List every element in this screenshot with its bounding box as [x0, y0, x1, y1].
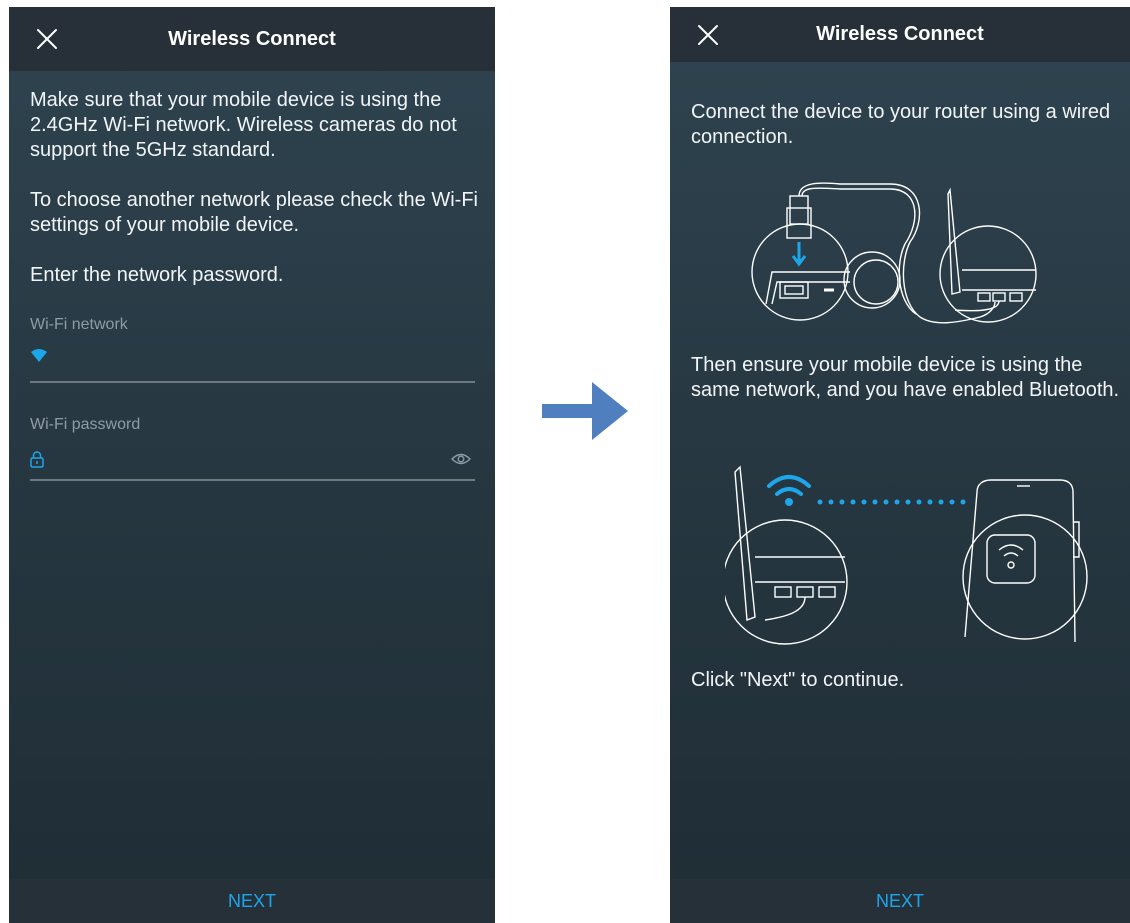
page-title: Wireless Connect — [168, 27, 336, 50]
next-button[interactable]: NEXT — [862, 885, 938, 918]
wifi-network-underline — [30, 381, 475, 383]
instruction-text: Enter the network password. — [30, 264, 284, 286]
header: Wireless Connect — [9, 7, 495, 71]
wifi-network-label: Wi-Fi network — [30, 316, 128, 333]
next-button[interactable]: NEXT — [214, 885, 290, 918]
wifi-password-label: Wi-Fi password — [30, 416, 141, 433]
bottom-bar: NEXT — [670, 879, 1130, 923]
lock-icon — [30, 451, 44, 473]
arrow-right-icon — [542, 382, 628, 440]
left-screen: Wireless Connect Make sure that your mob… — [9, 7, 495, 923]
page-title: Wireless Connect — [816, 23, 984, 45]
wifi-password-underline — [30, 479, 475, 481]
wired-connection-illustration — [751, 182, 1037, 324]
close-button[interactable] — [692, 19, 724, 51]
eye-icon[interactable] — [451, 452, 471, 471]
instruction-text: Then ensure your mobile device is using … — [691, 354, 1120, 401]
wifi-icon — [30, 349, 48, 368]
close-icon — [37, 29, 57, 49]
wifi-bluetooth-illustration — [725, 465, 1088, 645]
wifi-password-field[interactable] — [55, 447, 439, 475]
close-button[interactable] — [31, 23, 63, 55]
header: Wireless Connect — [670, 7, 1130, 62]
instruction-text: Click "Next" to continue. — [691, 669, 905, 691]
instruction-text: Connect the device to your router using … — [691, 101, 1111, 148]
wifi-network-field[interactable] — [55, 344, 439, 372]
close-icon — [698, 24, 718, 45]
instruction-text: Make sure that your mobile device is usi… — [30, 89, 457, 161]
instruction-text: To choose another network please check t… — [30, 189, 478, 236]
right-screen: Wireless Connect Connect the device to y… — [670, 7, 1130, 923]
bottom-bar: NEXT — [9, 879, 495, 923]
